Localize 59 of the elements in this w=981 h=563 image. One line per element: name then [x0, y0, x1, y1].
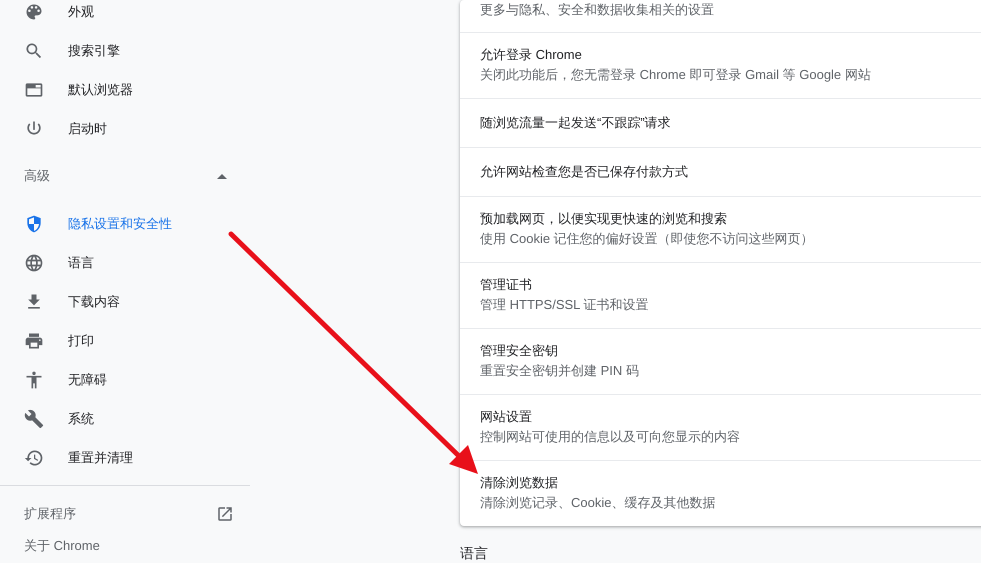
- about-chrome-link[interactable]: 关于 Chrome: [0, 534, 250, 558]
- sidebar-item-label: 隐私设置和安全性: [68, 214, 172, 232]
- settings-row[interactable]: 预加载网页，以便实现更快速的浏览和搜索 使用 Cookie 记住您的偏好设置（即使您不访问这些网页）: [460, 196, 981, 262]
- sidebar-item[interactable]: 系统: [0, 399, 250, 438]
- row-title: 允许网站检查您是否已保存付款方式: [480, 163, 689, 181]
- settings-row[interactable]: 随浏览流量一起发送“不跟踪”请求: [460, 98, 981, 147]
- sidebar-item-label: 搜索引擎: [68, 42, 120, 60]
- sidebar-item-label: 打印: [68, 332, 94, 350]
- row-title: 管理证书: [480, 276, 533, 294]
- sidebar-item-label: 下载内容: [68, 292, 120, 310]
- extensions-label: 扩展程序: [24, 505, 76, 523]
- external-link-icon: [216, 505, 234, 523]
- row-description: 重置安全密钥并创建 PIN 码: [480, 362, 640, 380]
- settings-row[interactable]: 更多与隐私、安全和数据收集相关的设置: [460, 0, 981, 32]
- sidebar-item-label: 无障碍: [68, 370, 107, 388]
- sidebar-item[interactable]: 打印: [0, 321, 250, 360]
- row-title: 允许登录 Chrome: [480, 46, 583, 64]
- sidebar-item[interactable]: 无障碍: [0, 360, 250, 399]
- settings-row[interactable]: 管理证书 管理 HTTPS/SSL 证书和设置: [460, 262, 981, 328]
- sidebar-item-label: 系统: [68, 410, 94, 428]
- row-description: 更多与隐私、安全和数据收集相关的设置: [480, 1, 715, 19]
- settings-row[interactable]: 允许登录 Chrome 关闭此功能后，您无需登录 Chrome 即可登录 Gmail 等 Google 网站: [460, 32, 981, 98]
- history-icon: [24, 448, 44, 468]
- printer-icon: [24, 330, 44, 350]
- advanced-section-toggle[interactable]: 高级: [0, 148, 250, 204]
- sidebar-item[interactable]: 外观: [0, 0, 250, 31]
- sidebar-item[interactable]: 下载内容: [0, 282, 250, 321]
- palette-icon: [24, 2, 44, 22]
- wrench-icon: [24, 408, 44, 428]
- globe-icon: [24, 252, 44, 272]
- row-description: 控制网站可使用的信息以及可向您显示的内容: [480, 428, 741, 446]
- sidebar-item-label: 语言: [68, 254, 94, 272]
- row-title: 清除浏览数据: [480, 474, 559, 492]
- settings-row[interactable]: 允许网站检查您是否已保存付款方式: [460, 147, 981, 196]
- sidebar-item-label: 外观: [68, 2, 94, 20]
- caret-icon: [217, 174, 227, 178]
- search-icon: [24, 40, 44, 60]
- person-icon: [24, 370, 44, 390]
- row-description: 清除浏览记录、Cookie、缓存及其他数据: [480, 494, 716, 512]
- row-title: 网站设置: [480, 408, 533, 426]
- sidebar-item[interactable]: 启动时: [0, 109, 250, 148]
- row-description: 关闭此功能后，您无需登录 Chrome 即可登录 Gmail 等 Google 网站: [480, 66, 872, 84]
- sidebar-item-label: 默认浏览器: [68, 80, 133, 98]
- settings-row[interactable]: 管理安全密钥 重置安全密钥并创建 PIN 码: [460, 328, 981, 394]
- row-title: 随浏览流量一起发送“不跟踪”请求: [480, 114, 672, 132]
- sidebar-item[interactable]: 默认浏览器: [0, 70, 250, 109]
- row-description: 使用 Cookie 记住您的偏好设置（即使您不访问这些网页）: [480, 230, 815, 248]
- advanced-label: 高级: [24, 167, 50, 185]
- sidebar-item[interactable]: 隐私设置和安全性: [0, 204, 250, 243]
- section-heading: 语言: [460, 544, 489, 562]
- sidebar-item-label: 启动时: [68, 120, 107, 138]
- row-title: 管理安全密钥: [480, 342, 559, 360]
- sidebar-item[interactable]: 重置并清理: [0, 438, 250, 477]
- sidebar-item-label: 重置并清理: [68, 448, 133, 466]
- row-title: 预加载网页，以便实现更快速的浏览和搜索: [480, 210, 728, 228]
- row-description: 管理 HTTPS/SSL 证书和设置: [480, 296, 650, 314]
- extensions-link[interactable]: 扩展程序: [0, 494, 250, 534]
- sidebar-item[interactable]: 语言: [0, 243, 250, 282]
- sidebar-item[interactable]: 搜索引擎: [0, 31, 250, 70]
